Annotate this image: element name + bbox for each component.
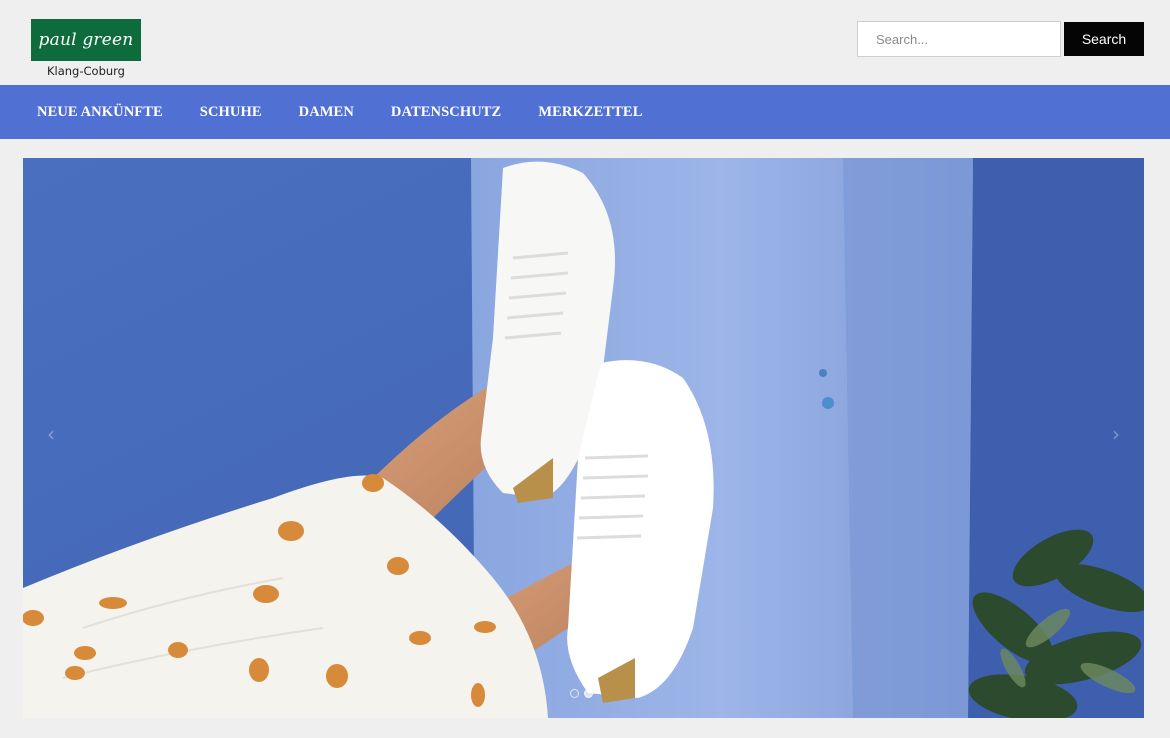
nav-item-neue-ankuenfte[interactable]: NEUE ANKÜNFTE bbox=[37, 104, 163, 121]
logo-badge: paul green bbox=[31, 19, 141, 61]
slider-dots bbox=[570, 689, 593, 698]
slider-prev-icon[interactable]: ‹ bbox=[41, 420, 61, 448]
logo-text: paul green bbox=[38, 30, 134, 50]
slider-dot-1[interactable] bbox=[570, 689, 579, 698]
nav-item-merkzettel[interactable]: MERKZETTEL bbox=[538, 104, 642, 121]
slider-next-icon[interactable]: › bbox=[1106, 420, 1126, 448]
hero-slider[interactable]: ‹ › bbox=[23, 158, 1144, 718]
search-button[interactable]: Search bbox=[1064, 22, 1144, 56]
nav-item-datenschutz[interactable]: DATENSCHUTZ bbox=[391, 104, 501, 121]
nav-item-damen[interactable]: DAMEN bbox=[299, 104, 354, 121]
hero-image bbox=[23, 158, 1144, 718]
site-header: paul green Klang-Coburg Search bbox=[0, 0, 1170, 85]
logo-location: Klang-Coburg bbox=[46, 64, 125, 78]
slider-dot-2[interactable] bbox=[584, 689, 593, 698]
main-nav: NEUE ANKÜNFTE SCHUHE DAMEN DATENSCHUTZ M… bbox=[0, 85, 1170, 139]
nav-item-schuhe[interactable]: SCHUHE bbox=[200, 104, 262, 121]
search-input[interactable] bbox=[857, 21, 1061, 57]
logo[interactable]: paul green Klang-Coburg bbox=[31, 19, 141, 78]
